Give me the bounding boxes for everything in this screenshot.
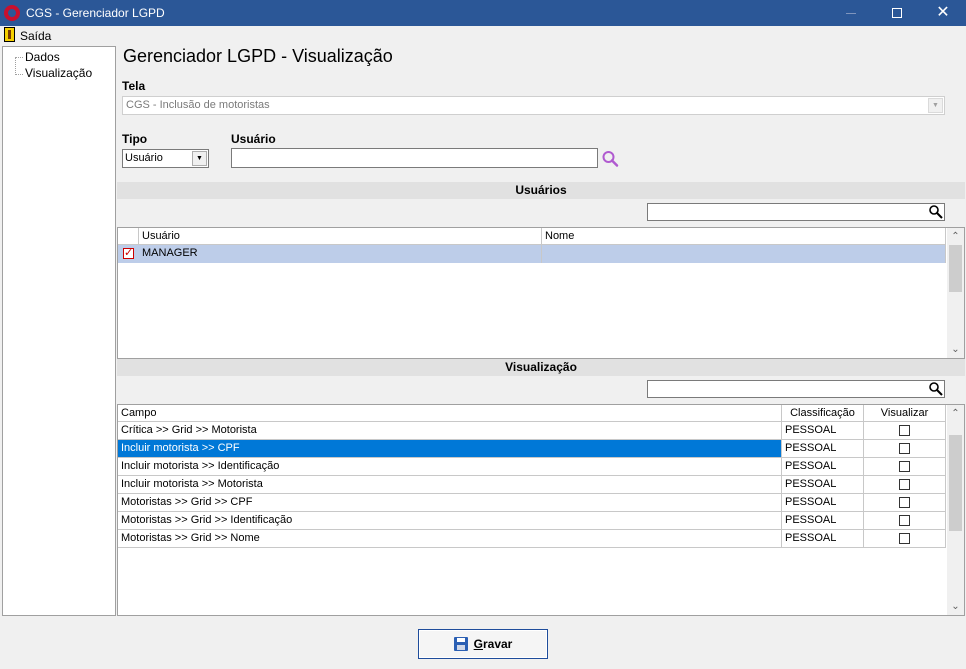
visualizar-checkbox[interactable] <box>899 443 910 454</box>
save-button-label: Gravar <box>473 637 513 651</box>
tree-connector <box>15 57 16 75</box>
floppy-disk-icon <box>453 637 468 651</box>
title-bar: CGS - Gerenciador LGPD ✕ <box>0 0 966 26</box>
cell-visualizar <box>864 494 946 512</box>
scrollbar-thumb[interactable] <box>949 245 962 292</box>
search-icon[interactable] <box>928 381 944 397</box>
tree-item-dados[interactable]: Dados <box>25 50 60 64</box>
scroll-up-icon[interactable]: ⌃ <box>947 405 964 422</box>
chevron-down-icon[interactable]: ▼ <box>192 151 207 166</box>
view-section-header: Visualização <box>117 359 965 376</box>
cell-classificacao: PESSOAL <box>782 458 864 476</box>
tipo-select[interactable]: Usuário ▼ <box>122 149 209 168</box>
menu-bar: Saída <box>0 26 966 45</box>
cell-classificacao: PESSOAL <box>782 494 864 512</box>
users-section-header: Usuários <box>117 182 965 199</box>
save-button[interactable]: Gravar <box>418 629 548 659</box>
cell-usuario: MANAGER <box>139 245 542 263</box>
tree-connector <box>15 57 23 58</box>
view-grid-scrollbar[interactable]: ⌃ ⌄ <box>947 405 964 615</box>
table-row[interactable]: Motoristas >> Grid >> CPF PESSOAL <box>118 494 946 512</box>
tipo-label: Tipo <box>122 132 148 146</box>
table-row[interactable]: Motoristas >> Grid >> Identificação PESSO… <box>118 512 946 530</box>
maximize-icon <box>892 8 902 18</box>
maximize-button[interactable] <box>874 0 920 26</box>
menu-exit[interactable]: Saída <box>20 29 51 43</box>
cell-visualizar <box>864 458 946 476</box>
app-logo-icon <box>4 5 20 21</box>
cell-nome <box>542 245 946 263</box>
users-filter-input[interactable] <box>647 203 945 221</box>
scrollbar-thumb[interactable] <box>949 435 962 531</box>
table-row[interactable]: Crítica >> Grid >> Motorista PESSOAL <box>118 422 946 440</box>
minimize-icon <box>846 12 856 14</box>
row-checkbox[interactable] <box>123 246 134 259</box>
cell-campo: Incluir motorista >> Motorista <box>118 476 782 494</box>
users-grid-check-header <box>118 228 139 245</box>
view-grid-header-campo[interactable]: Campo <box>118 405 782 422</box>
users-grid-header-usuario[interactable]: Usuário <box>139 228 542 245</box>
users-grid: Usuário Nome MANAGER ⌃ ⌄ <box>117 227 965 359</box>
cell-campo: Incluir motorista >> Identificação <box>118 458 782 476</box>
usuario-input[interactable] <box>231 148 598 168</box>
cell-campo: Incluir motorista >> CPF <box>118 440 782 458</box>
view-filter-input[interactable] <box>647 380 945 398</box>
table-row[interactable]: Incluir motorista >> Motorista PESSOAL <box>118 476 946 494</box>
cell-campo: Motoristas >> Grid >> Nome <box>118 530 782 548</box>
visualizar-checkbox[interactable] <box>899 425 910 436</box>
search-icon[interactable] <box>928 204 944 220</box>
cell-visualizar <box>864 512 946 530</box>
search-icon[interactable] <box>601 150 621 168</box>
cell-classificacao: PESSOAL <box>782 422 864 440</box>
tela-select: CGS - Inclusão de motoristas ▼ <box>122 96 945 115</box>
cell-campo: Crítica >> Grid >> Motorista <box>118 422 782 440</box>
cell-visualizar <box>864 440 946 458</box>
close-icon: ✕ <box>936 4 950 21</box>
users-grid-scrollbar[interactable]: ⌃ ⌄ <box>947 228 964 358</box>
view-grid-header-visualizar[interactable]: Visualizar <box>864 405 946 422</box>
visualizar-checkbox[interactable] <box>899 515 910 526</box>
view-grid: Campo Classificação Visualizar Crítica >… <box>117 404 965 616</box>
table-row[interactable]: Incluir motorista >> CPF PESSOAL <box>118 440 946 458</box>
users-grid-header-nome[interactable]: Nome <box>542 228 946 245</box>
cell-classificacao: PESSOAL <box>782 476 864 494</box>
navigation-tree: Dados Visualização <box>2 46 116 616</box>
usuario-label: Usuário <box>231 132 276 146</box>
table-row[interactable]: Motoristas >> Grid >> Nome PESSOAL <box>118 530 946 548</box>
visualizar-checkbox[interactable] <box>899 461 910 472</box>
window-title: CGS - Gerenciador LGPD <box>26 6 165 20</box>
table-row[interactable]: Incluir motorista >> Identificação PESSOA… <box>118 458 946 476</box>
scroll-up-icon[interactable]: ⌃ <box>947 228 964 245</box>
close-button[interactable]: ✕ <box>920 0 966 26</box>
visualizar-checkbox[interactable] <box>899 497 910 508</box>
minimize-button[interactable] <box>828 0 874 26</box>
tela-label: Tela <box>122 79 146 93</box>
tree-connector <box>15 74 23 75</box>
tipo-select-value: Usuário <box>125 152 163 164</box>
exit-door-icon[interactable] <box>4 27 15 42</box>
tela-select-value: CGS - Inclusão de motoristas <box>126 99 270 111</box>
cell-campo: Motoristas >> Grid >> Identificação <box>118 512 782 530</box>
scroll-down-icon[interactable]: ⌄ <box>947 341 964 358</box>
cell-visualizar <box>864 530 946 548</box>
table-row[interactable]: MANAGER <box>118 245 946 263</box>
cell-visualizar <box>864 422 946 440</box>
visualizar-checkbox[interactable] <box>899 479 910 490</box>
chevron-down-icon: ▼ <box>928 98 943 113</box>
cell-campo: Motoristas >> Grid >> CPF <box>118 494 782 512</box>
page-title: Gerenciador LGPD - Visualização <box>123 46 393 66</box>
cell-classificacao: PESSOAL <box>782 440 864 458</box>
tree-item-visualizacao[interactable]: Visualização <box>25 66 92 80</box>
cell-classificacao: PESSOAL <box>782 512 864 530</box>
cell-visualizar <box>864 476 946 494</box>
cell-classificacao: PESSOAL <box>782 530 864 548</box>
visualizar-checkbox[interactable] <box>899 533 910 544</box>
view-grid-header-classificacao[interactable]: Classificação <box>782 405 864 422</box>
scroll-down-icon[interactable]: ⌄ <box>947 598 964 615</box>
